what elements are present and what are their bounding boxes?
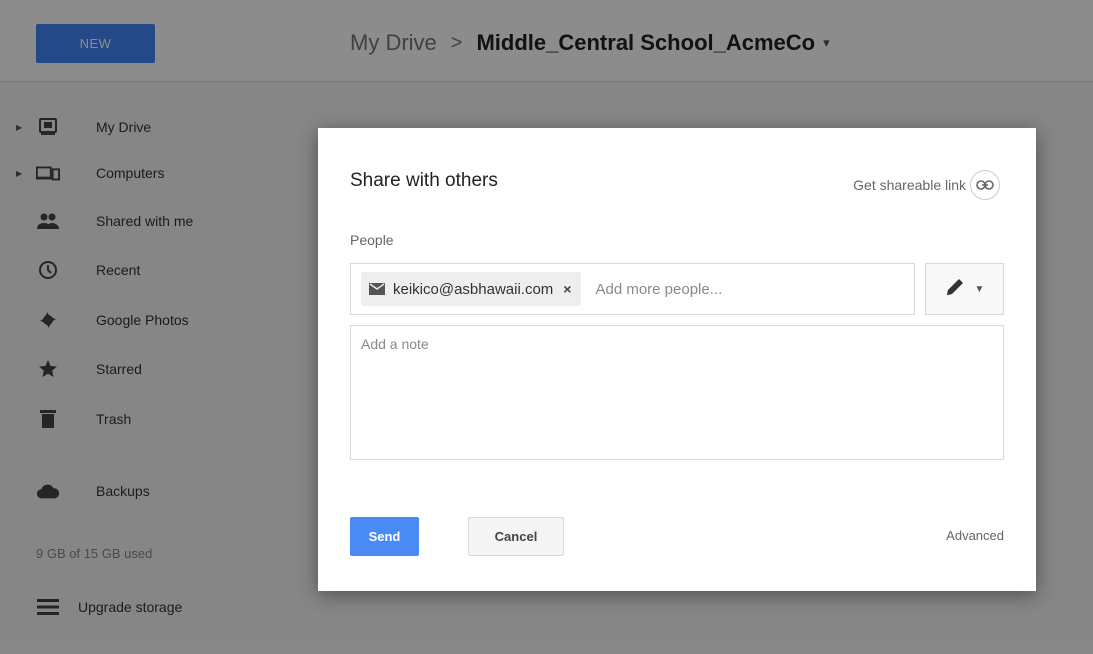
advanced-link[interactable]: Advanced xyxy=(946,528,1004,543)
send-button[interactable]: Send xyxy=(350,517,419,556)
share-dialog: Share with others Get shareable link Peo… xyxy=(318,128,1036,591)
recipient-chip[interactable]: keikico@asbhawaii.com × xyxy=(361,272,582,306)
get-shareable-link-button[interactable]: Get shareable link xyxy=(853,170,1000,200)
people-input-box[interactable]: keikico@asbhawaii.com × xyxy=(350,263,915,315)
cancel-button[interactable]: Cancel xyxy=(468,517,564,556)
pencil-icon xyxy=(945,277,965,302)
shareable-link-label: Get shareable link xyxy=(853,177,966,193)
remove-recipient-icon[interactable]: × xyxy=(563,281,571,297)
note-textarea[interactable] xyxy=(350,325,1004,460)
permission-dropdown-button[interactable]: ▼ xyxy=(925,263,1004,315)
people-label: People xyxy=(350,232,394,248)
add-people-input[interactable] xyxy=(595,280,856,298)
mail-icon xyxy=(369,283,385,295)
link-icon[interactable] xyxy=(970,170,1000,200)
recipient-email: keikico@asbhawaii.com xyxy=(393,280,554,298)
chevron-down-icon: ▼ xyxy=(974,283,985,295)
dialog-title: Share with others xyxy=(350,170,498,191)
